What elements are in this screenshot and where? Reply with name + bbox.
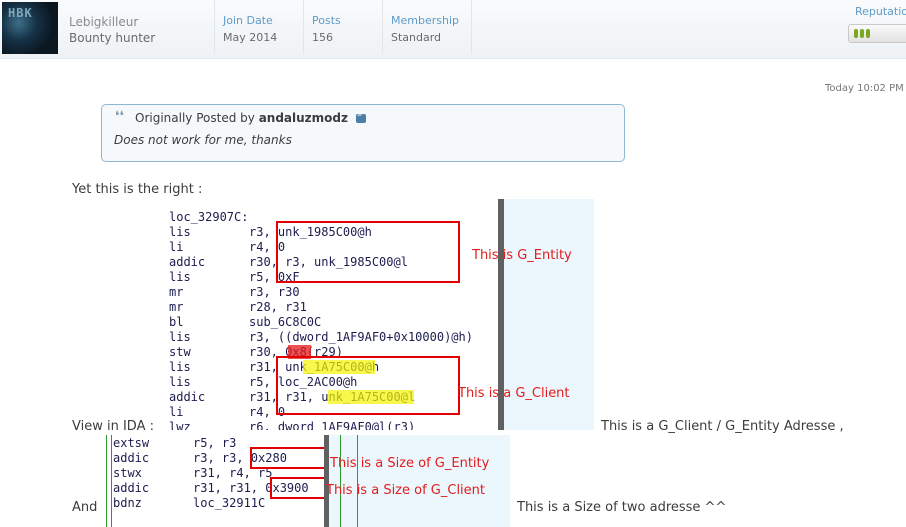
flow-line bbox=[340, 435, 341, 527]
avatar-text: HBK bbox=[8, 6, 33, 20]
quote-text: Does not work for me, thanks bbox=[114, 133, 292, 147]
code-line: extsw r5, r3 bbox=[113, 436, 237, 450]
ida-screenshot-1: loc_32907C: lis r3, unk_1985C00@h li r4, 0… bbox=[166, 199, 594, 430]
reputation-pip bbox=[854, 29, 858, 38]
stat-value: Standard bbox=[391, 31, 442, 44]
quote-header: Originally Posted by andaluzmodz bbox=[135, 110, 366, 125]
reputation-pip bbox=[866, 29, 870, 38]
annotation-box-entity-size bbox=[250, 447, 326, 469]
post-line-view-ida: View in IDA : bbox=[72, 419, 154, 434]
annotation-box-client-size bbox=[270, 477, 326, 499]
avatar[interactable]: HBK bbox=[2, 2, 58, 54]
stat-value: 156 bbox=[312, 31, 333, 44]
stat-posts: Posts 156 bbox=[303, 0, 382, 54]
stat-value: May 2014 bbox=[223, 31, 278, 44]
user-title: Bounty hunter bbox=[69, 31, 156, 45]
reputation-label: Reputation bbox=[855, 5, 906, 18]
stat-label: Posts bbox=[312, 14, 341, 27]
stat-label: Join Date bbox=[223, 14, 273, 27]
post-line-adresse: This is a G_Client / G_Entity Adresse , bbox=[601, 419, 844, 434]
post-timestamp: Today 10:02 PM bbox=[825, 83, 904, 94]
view-post-icon[interactable] bbox=[355, 110, 366, 123]
flow-line bbox=[357, 435, 358, 527]
code-line: addic r31, r31, 0x3900 bbox=[113, 481, 309, 495]
ida-screenshot-2: extsw r5, r3 addic r3, r3, 0x280 stwx r31, … bbox=[102, 435, 510, 527]
reputation-bar[interactable] bbox=[848, 24, 906, 43]
annotation-box-entity bbox=[276, 221, 460, 283]
user-info-bar: HBK Lebigkilleur Bounty hunter Join Date… bbox=[0, 0, 906, 59]
code-pane: loc_32907C: lis r3, unk_1985C00@h li r4, 0… bbox=[166, 199, 498, 430]
stat-membership: Membership Standard bbox=[382, 0, 472, 54]
code-line: stwx r31, r4, r5 bbox=[113, 466, 273, 480]
reputation-pip bbox=[860, 29, 864, 38]
annotation-client-size: This is a Size of G_Client bbox=[326, 483, 486, 498]
username-link[interactable]: Lebigkilleur bbox=[69, 15, 138, 29]
quote-author: andaluzmodz bbox=[258, 111, 348, 125]
code-line: addic r3, r3, 0x280 bbox=[113, 451, 287, 465]
quote-box: ❛❛ Originally Posted by andaluzmodz Does… bbox=[101, 104, 625, 162]
flow-line bbox=[111, 435, 112, 527]
annotation-box-client bbox=[276, 356, 460, 415]
annotation-client: This is a G_Client bbox=[458, 386, 570, 401]
post-line-right: Yet this is the right : bbox=[72, 182, 203, 197]
post-line-size: This is a Size of two adresse ^^ bbox=[517, 500, 727, 515]
code-line: bdnz loc_32911C bbox=[113, 496, 266, 510]
flow-line bbox=[106, 435, 107, 527]
stat-join-date: Join Date May 2014 bbox=[214, 0, 303, 54]
quote-icon: ❛❛ bbox=[115, 109, 125, 124]
quote-prefix: Originally Posted by bbox=[135, 111, 255, 125]
annotation-entity: This is G_Entity bbox=[472, 248, 572, 263]
annotation-entity-size: This is a Size of G_Entity bbox=[330, 456, 490, 471]
post-line-and: And bbox=[72, 500, 98, 515]
code-label: loc_32907C: bbox=[169, 210, 249, 224]
stat-label: Membership bbox=[391, 14, 459, 27]
